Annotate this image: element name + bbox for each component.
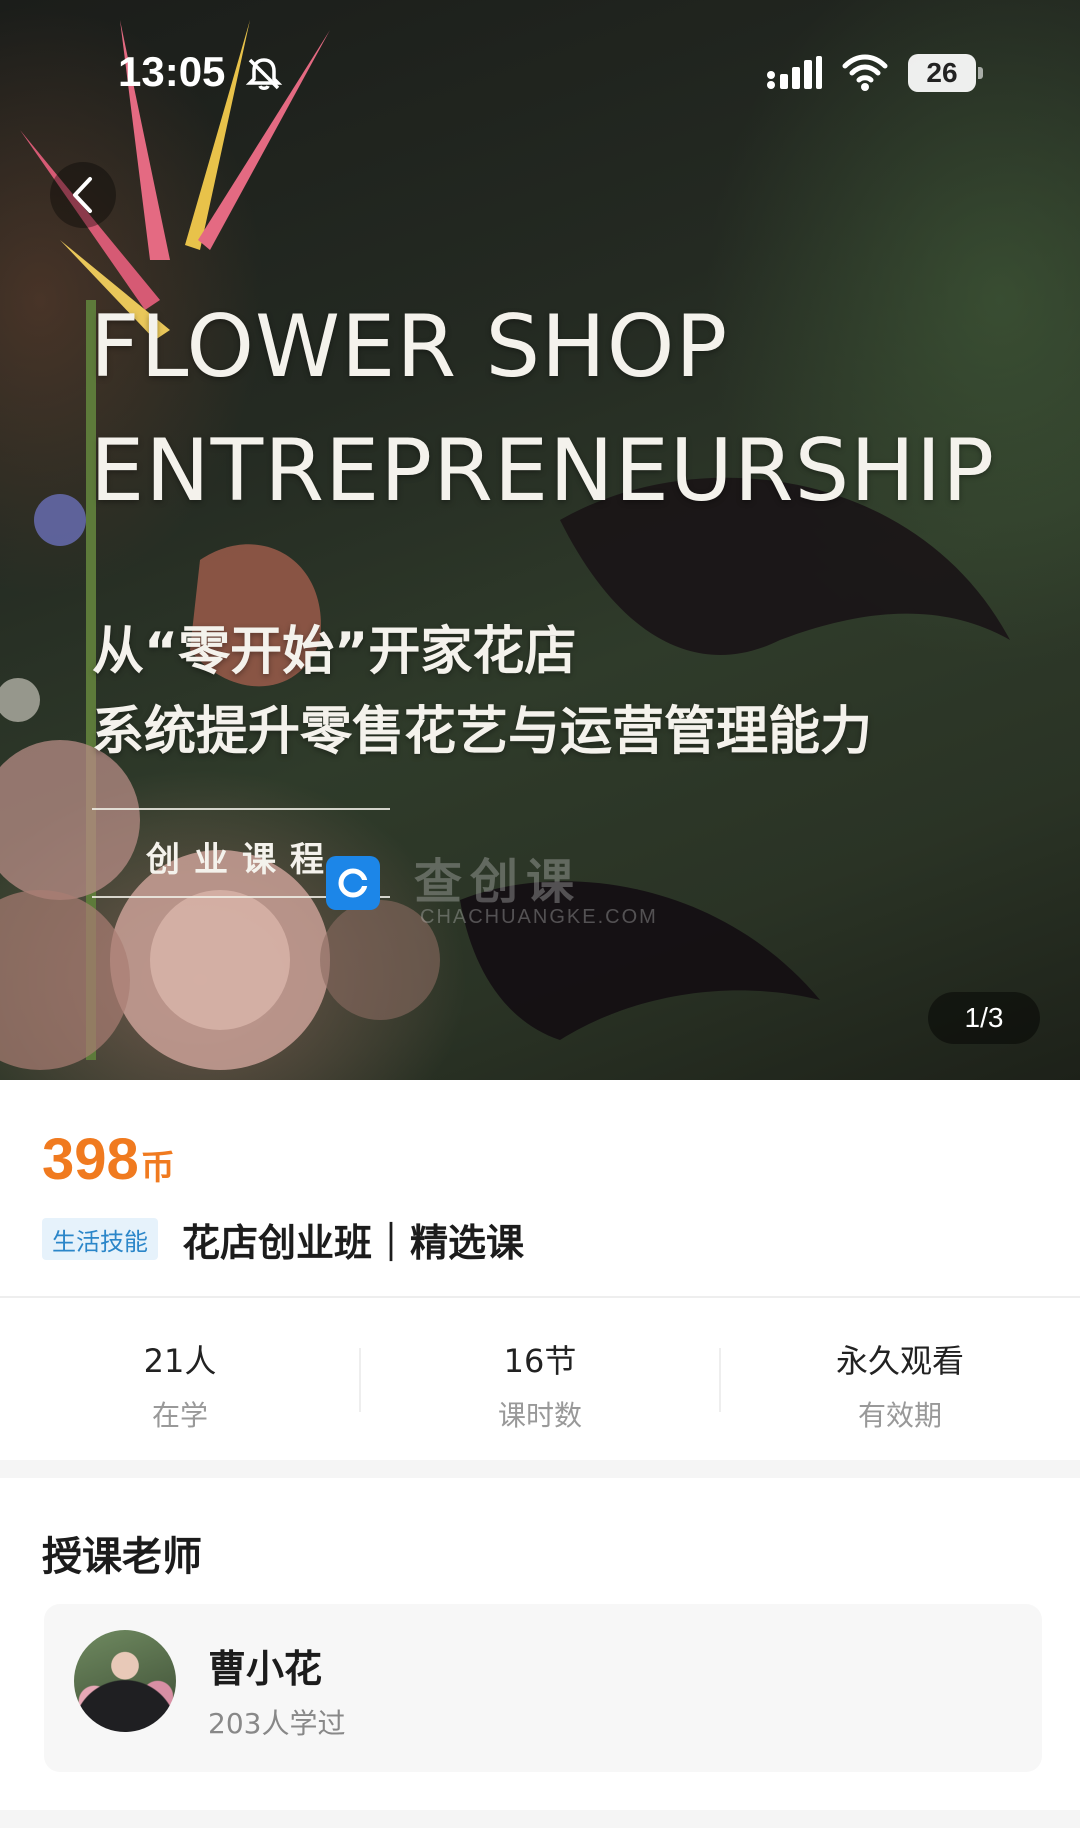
watermark-logo-icon — [326, 856, 380, 910]
status-bar: 13:05 26 — [0, 0, 1080, 150]
cover-title-line-1: FLOWER SHOP — [90, 297, 729, 397]
price-unit: 币 — [140, 1149, 175, 1187]
course-title: 花店创业班｜精选课 — [182, 1221, 525, 1265]
teacher-section-title: 授课老师 — [42, 1534, 202, 1580]
teacher-avatar[interactable] — [74, 1630, 176, 1732]
teacher-section: 授课老师 曹小花 203人学过 — [0, 1478, 1080, 1810]
watermark-url: CHACHUANGKE.COM — [420, 906, 658, 928]
stat-value: 永久观看 — [835, 1342, 964, 1380]
cover-tag: 创业课程 — [146, 840, 338, 880]
stat-validity: 永久观看 有效期 — [720, 1298, 1080, 1460]
course-stats: 21人 在学 16节 课时数 永久观看 有效期 — [0, 1298, 1080, 1460]
battery-level: 26 — [908, 54, 976, 92]
battery-tip — [978, 67, 983, 79]
cover-title-line-2: ENTREPRENEURSHIP — [90, 421, 996, 521]
price-amount: 398 — [42, 1127, 139, 1192]
stat-value: 21人 — [143, 1342, 217, 1380]
signal-icon — [767, 56, 822, 89]
wifi-icon — [842, 54, 888, 91]
stat-label: 有效期 — [857, 1399, 942, 1432]
stat-label: 课时数 — [497, 1399, 582, 1432]
cover-divider-top — [92, 808, 390, 810]
teacher-learner-count: 203人学过 — [208, 1707, 346, 1740]
course-cover-carousel[interactable]: 13:05 26 FLOWER SHOP ENTREPRENEURSHIP 从“… — [0, 0, 1080, 1080]
status-time: 13:05 — [118, 48, 226, 95]
course-detail-page: 13:05 26 FLOWER SHOP ENTREPRENEURSHIP 从“… — [0, 0, 1080, 1828]
teacher-card[interactable]: 曹小花 203人学过 — [44, 1604, 1042, 1772]
back-button[interactable] — [50, 162, 116, 228]
course-info-panel: 398币 生活技能 花店创业班｜精选课 21人 在学 16节 课时数 永久观看 … — [0, 1080, 1080, 1460]
cover-title: FLOWER SHOP ENTREPRENEURSHIP — [90, 285, 1050, 533]
cover-subtitle-line-1: 从“零开始”开家花店 — [92, 622, 577, 682]
image-counter: 1/3 — [928, 992, 1040, 1044]
cover-subtitle-line-2: 系统提升零售花艺与运营管理能力 — [92, 702, 873, 762]
watermark-c-glyph — [338, 868, 368, 898]
stat-students: 21人 在学 — [0, 1298, 360, 1460]
teacher-name: 曹小花 — [208, 1647, 323, 1691]
stat-label: 在学 — [151, 1399, 208, 1432]
chevron-left-icon — [73, 177, 92, 213]
watermark-text: 查创课 — [414, 854, 583, 910]
stat-value: 16节 — [503, 1342, 577, 1380]
course-price: 398币 — [42, 1126, 175, 1193]
bell-slash-icon — [245, 58, 283, 90]
cover-subtitle: 从“零开始”开家花店 系统提升零售花艺与运营管理能力 — [92, 612, 1052, 772]
stat-lessons: 16节 课时数 — [360, 1298, 720, 1460]
category-badge: 生活技能 — [42, 1218, 158, 1260]
battery-indicator: 26 — [908, 54, 983, 92]
